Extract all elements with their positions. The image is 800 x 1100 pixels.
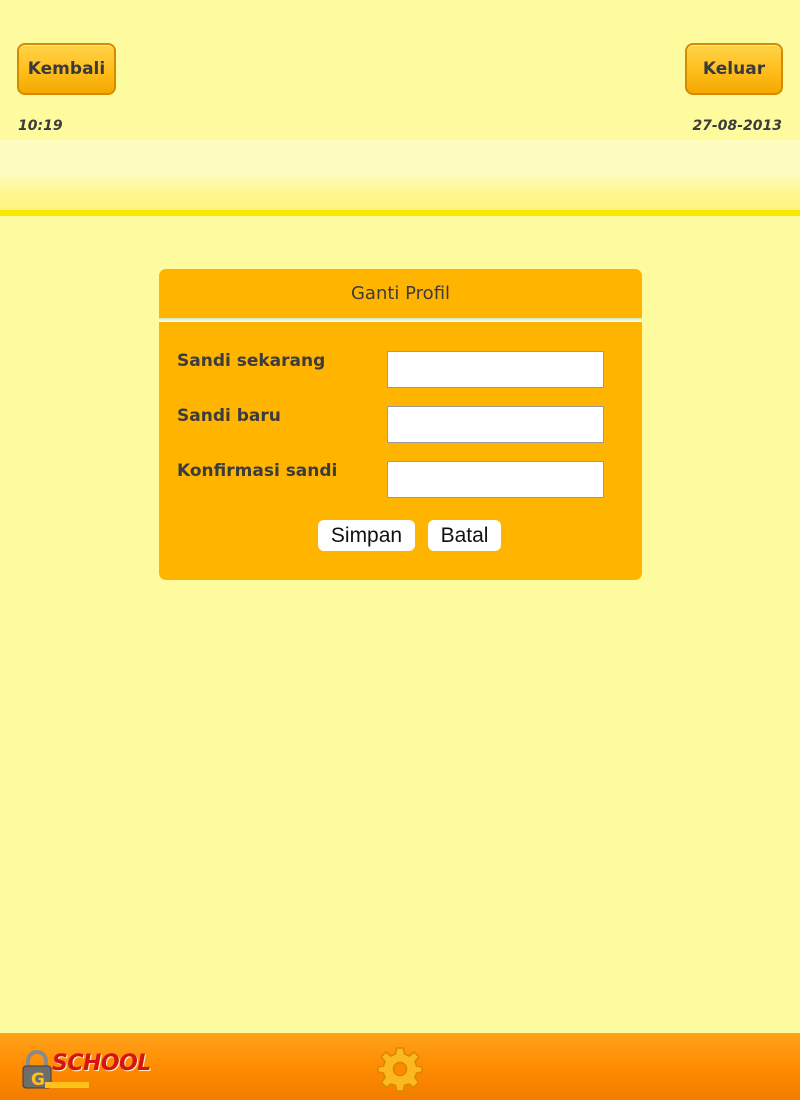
logo-text: SCHOOL: [52, 1051, 151, 1076]
header-band: [0, 140, 800, 212]
confirm-password-label: Konfirmasi sandi: [177, 461, 338, 481]
header-divider: [0, 210, 800, 216]
save-button[interactable]: Simpan: [318, 520, 415, 551]
current-time: 10:19: [18, 118, 63, 134]
change-profile-dialog: Ganti Profil Sandi sekarang Sandi baru K…: [159, 269, 642, 580]
footer-bar: G SCHOOL: [0, 1033, 800, 1100]
new-password-label: Sandi baru: [177, 406, 281, 426]
current-date: 27-08-2013: [692, 118, 782, 134]
cancel-button[interactable]: Batal: [428, 520, 501, 551]
svg-text:G: G: [31, 1070, 45, 1090]
logout-button[interactable]: Keluar: [685, 43, 783, 95]
new-password-input[interactable]: [387, 406, 604, 443]
school-guard-logo: G SCHOOL: [20, 1047, 155, 1091]
current-password-label: Sandi sekarang: [177, 351, 326, 371]
gear-icon[interactable]: [376, 1045, 424, 1093]
dialog-title: Ganti Profil: [350, 283, 451, 304]
confirm-password-input[interactable]: [387, 461, 604, 498]
back-button[interactable]: Kembali: [17, 43, 116, 95]
current-password-input[interactable]: [387, 351, 604, 388]
dialog-title-divider: [159, 318, 642, 322]
